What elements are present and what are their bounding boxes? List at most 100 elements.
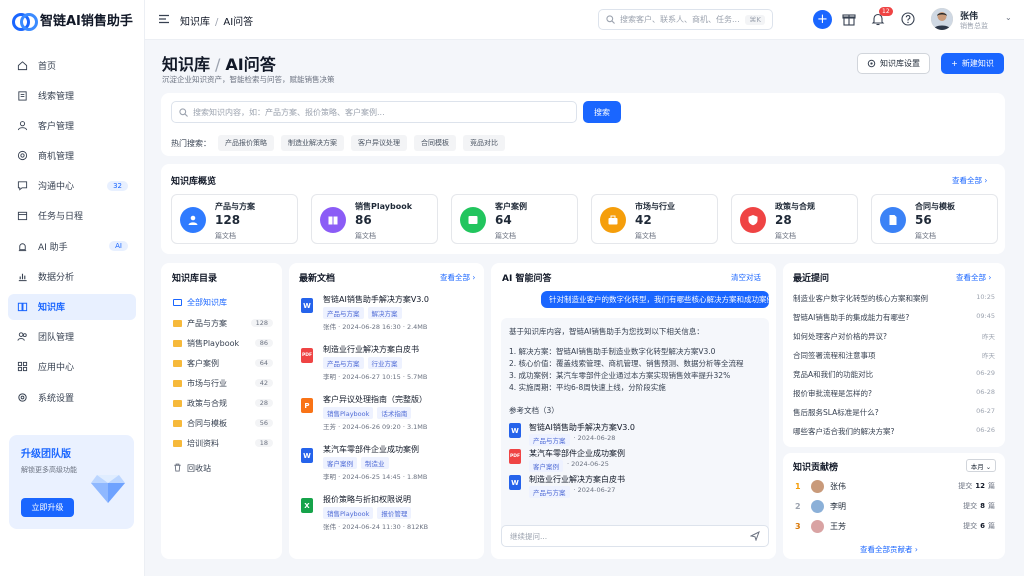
directory-item[interactable]: 政策与合规 28 (173, 395, 273, 411)
latest-docs-panel: 最新文档 查看全部 › W 智链AI销售助手解决方案V3.0 产品与方案 解决方案 张伟… (289, 263, 484, 559)
hot-search-chip[interactable]: 客户异议处理 (351, 135, 407, 151)
overview-view-all-link[interactable]: 查看全部 › (952, 175, 987, 186)
gift-icon[interactable] (842, 12, 856, 26)
period-select[interactable]: 本月 ⌄ (966, 459, 996, 472)
kb-overview-panel: 知识库概览 查看全部 › 产品与方案 128 篇文档 销售Playbook 86 篇文档客… (161, 164, 1005, 254)
page-title: 知识库 / AI问答 (162, 55, 276, 74)
ai-followup-input[interactable]: 继续提问... (501, 525, 769, 547)
all-contributors-link[interactable]: 查看全部贡献者 › (860, 544, 918, 555)
reference-doc[interactable]: PDF 某汽车零部件企业成功案例 客户案例 · 2024-06-25 (509, 448, 709, 474)
menu-icon[interactable] (159, 14, 169, 24)
recent-question[interactable]: 哪些客户适合我们的解决方案? 06-26 (793, 426, 995, 437)
recent-question[interactable]: 报价审批流程是怎样的? 06-28 (793, 388, 995, 399)
user-icon (17, 120, 28, 131)
directory-item-label: 全部知识库 (187, 297, 227, 307)
team-icon (17, 331, 28, 342)
sidebar-item[interactable]: 团队管理 (8, 324, 136, 350)
answer-point: 4. 实施周期：平均6-8周快速上线，分阶段实施 (509, 383, 666, 392)
send-icon[interactable] (750, 531, 760, 541)
recent-view-all-link[interactable]: 查看全部 › (956, 272, 991, 283)
directory-item[interactable]: 回收站 (173, 460, 273, 476)
recent-question[interactable]: 制造业客户数字化转型的核心方案和案例 10:25 (793, 293, 995, 304)
sidebar-item[interactable]: 系统设置 (8, 384, 136, 410)
directory-item[interactable]: 培训资料 18 (173, 435, 273, 451)
contributor-row[interactable]: 3 王芳 提交 6 篇 (795, 518, 995, 534)
overview-card[interactable]: 政策与合规 28 篇文档 (731, 194, 858, 244)
upgrade-button[interactable]: 立即升级 (21, 498, 74, 517)
sidebar-item-label: 沟通中心 (38, 182, 75, 193)
sidebar-item[interactable]: 任务与日程 (8, 203, 136, 229)
quick-add-button[interactable]: + (813, 10, 832, 29)
latest-doc-item[interactable]: X 报价策略与折扣权限说明 销售Playbook 报价管理 张伟 · 2024-06-2… (301, 494, 476, 542)
contributor-name: 张伟 (830, 481, 846, 491)
overview-card[interactable]: 客户案例 64 篇文档 (451, 194, 578, 244)
doc-title: 某汽车零部件企业成功案例 (323, 445, 419, 454)
hot-search-chip[interactable]: 制造业解决方案 (281, 135, 344, 151)
sidebar: 智链AI销售助手 首页线索管理客户管理商机管理沟通中心 32 任务与日程 AI 助手 A… (0, 0, 145, 576)
kb-settings-button[interactable]: 知识库设置 (857, 53, 930, 74)
directory-item[interactable]: 合同与模板 56 (173, 415, 273, 431)
sidebar-item-label: 数据分析 (38, 272, 75, 283)
directory-item[interactable]: 客户案例 64 (173, 355, 273, 371)
contrib-title: 知识贡献榜 (793, 463, 839, 473)
overview-card[interactable]: 销售Playbook 86 篇文档 (311, 194, 438, 244)
reference-doc[interactable]: W 智链AI销售助手解决方案V3.0 产品与方案 · 2024-06-28 (509, 422, 709, 448)
latest-doc-item[interactable]: W 某汽车零部件企业成功案例 客户案例 制造业 李明 · 2024-06-25 14:4… (301, 444, 476, 492)
directory-item[interactable]: 产品与方案 128 (173, 315, 273, 331)
global-search-input[interactable]: 搜索客户、联系人、商机、任务... ⌘K (598, 9, 773, 30)
hot-search-chip[interactable]: 竞品对比 (463, 135, 505, 151)
recent-question-text: 合同签署流程和注意事项 (793, 351, 876, 360)
hot-search-chip[interactable]: 产品报价策略 (218, 135, 274, 151)
sidebar-item[interactable]: 线索管理 (8, 82, 136, 108)
sidebar-item[interactable]: AI 助手 AI (8, 233, 136, 259)
recent-question[interactable]: 售后服务SLA标准是什么? 06-27 (793, 407, 995, 418)
latest-doc-item[interactable]: P 客户异议处理指南（完整版） 销售Playbook 话术指南 王芳 · 2024-06… (301, 394, 476, 442)
sidebar-item[interactable]: 首页 (8, 52, 136, 78)
recent-question[interactable]: 智链AI销售助手的集成能力有哪些? 09:45 (793, 312, 995, 323)
contributor-rank: 1 (795, 481, 801, 491)
directory-item-count: 64 (254, 359, 273, 367)
overview-title: 知识库概览 (171, 177, 217, 187)
recent-question[interactable]: 竞品A和我们的功能对比 06-29 (793, 369, 995, 380)
directory-item[interactable]: 全部知识库 (173, 294, 273, 310)
latest-doc-item[interactable]: W 智链AI销售助手解决方案V3.0 产品与方案 解决方案 张伟 · 2024-06-2… (301, 294, 476, 342)
overview-card-name: 政策与合规 (775, 202, 815, 211)
overview-card[interactable]: 合同与模板 56 篇文档 (871, 194, 998, 244)
reference-tag: 客户案例 (529, 460, 563, 472)
clear-chat-link[interactable]: 清空对话 (731, 272, 761, 283)
new-knowledge-button[interactable]: + 新建知识 (941, 53, 1004, 74)
sidebar-item[interactable]: 商机管理 (8, 143, 136, 169)
contributor-row[interactable]: 2 李明 提交 8 篇 (795, 498, 995, 514)
recent-question-time: 09:45 (976, 312, 995, 320)
sidebar-item[interactable]: 知识库 (8, 293, 136, 320)
help-icon[interactable] (901, 12, 915, 26)
directory-item[interactable]: 市场与行业 42 (173, 375, 273, 391)
recent-question[interactable]: 如何处理客户对价格的异议? 昨天 (793, 331, 995, 342)
latest-view-all-link[interactable]: 查看全部 › (440, 272, 475, 283)
search-button[interactable]: 搜索 (583, 101, 621, 123)
hot-search-chip[interactable]: 合同模板 (414, 135, 456, 151)
contributor-row[interactable]: 1 张伟 提交 12 篇 (795, 478, 995, 494)
sidebar-item[interactable]: 数据分析 (8, 263, 136, 289)
bell-icon[interactable]: 12 (871, 7, 893, 26)
avatar[interactable] (931, 8, 953, 30)
user-question-bubble: 针对制造业客户的数字化转型，我们有哪些核心解决方案和成功案例? (541, 291, 769, 308)
overview-card[interactable]: 产品与方案 128 篇文档 (171, 194, 298, 244)
directory-item[interactable]: 销售Playbook 86 (173, 335, 273, 351)
breadcrumb-item[interactable]: 知识库 (180, 17, 210, 28)
contributor-count: 提交 12 篇 (958, 482, 995, 490)
sidebar-item[interactable]: 应用中心 (8, 354, 136, 380)
briefcase-icon (600, 207, 626, 233)
reference-doc[interactable]: W 制造业行业解决方案白皮书 产品与方案 · 2024-06-27 (509, 474, 709, 500)
sidebar-item[interactable]: 客户管理 (8, 112, 136, 138)
kb-search-input[interactable]: 搜索知识内容，如：产品方案、报价策略、客户案例... (171, 101, 577, 123)
app-logo[interactable]: 智链AI销售助手 (12, 10, 133, 31)
latest-doc-item[interactable]: PDF 制造业行业解决方案白皮书 产品与方案 行业方案 李明 · 2024-06-27 … (301, 344, 476, 392)
recent-question[interactable]: 合同签署流程和注意事项 昨天 (793, 350, 995, 361)
doc-tags: 客户案例 制造业 (323, 457, 389, 469)
shield-icon (740, 207, 766, 233)
overview-card[interactable]: 市场与行业 42 篇文档 (591, 194, 718, 244)
sidebar-item[interactable]: 沟通中心 32 (8, 173, 136, 199)
doc-meta: 张伟 · 2024-06-28 16:30 · 2.4MB (323, 323, 428, 331)
chevron-down-icon[interactable]: ⌄ (1005, 13, 1012, 22)
